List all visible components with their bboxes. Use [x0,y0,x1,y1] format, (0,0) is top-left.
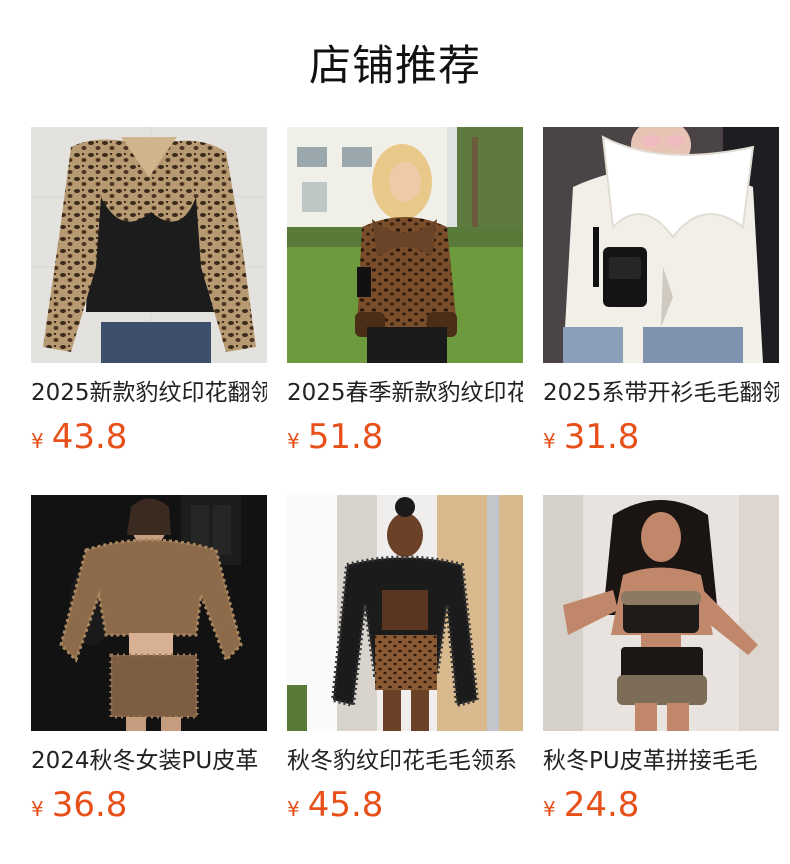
currency-symbol: ¥ [31,429,44,453]
product-name[interactable]: 2025系带开衫毛毛翻领 [543,378,779,408]
currency-symbol: ¥ [287,797,300,821]
price-amount: 24.8 [563,785,640,825]
product-card[interactable]: 2025春季新款豹纹印花 ¥51.8 [287,127,523,495]
product-price: ¥24.8 [543,785,639,825]
price-amount: 45.8 [307,785,384,825]
product-name[interactable]: 秋冬豹纹印花毛毛领系 [287,746,523,776]
product-image[interactable] [543,127,779,363]
product-card[interactable]: 秋冬豹纹印花毛毛领系 ¥45.8 [287,495,523,863]
product-image[interactable] [543,495,779,731]
product-price: ¥43.8 [31,417,127,457]
currency-symbol: ¥ [287,429,300,453]
currency-symbol: ¥ [543,429,556,453]
product-name[interactable]: 2024秋冬女装PU皮革 [31,746,267,776]
product-photo [31,127,267,363]
product-photo [287,495,523,731]
shop-recommend-section: 店铺推荐 2025新款豹纹印花翻领 ¥ 43.8 2025春季新款豹纹印花 ¥ … [0,0,790,864]
product-photo [31,495,267,731]
product-card[interactable]: 2025新款豹纹印花翻领 ¥43.8 [31,127,267,495]
product-photo [543,495,779,731]
product-image[interactable] [31,127,267,363]
price-amount: 51.8 [307,417,384,457]
product-name[interactable]: 秋冬PU皮革拼接毛毛 [543,746,779,776]
product-image[interactable] [287,495,523,731]
product-card[interactable]: 秋冬PU皮革拼接毛毛 ¥24.8 [543,495,779,863]
product-grid: 2025新款豹纹印花翻领 ¥43.8 2025春季新款豹纹印花 ¥ 51.8 2… [31,127,779,863]
product-card[interactable]: 2024秋冬女装PU皮革 ¥36.8 [31,495,267,863]
product-name[interactable]: 2025新款豹纹印花翻领 [31,378,267,408]
section-title: 店铺推荐 [308,41,481,90]
product-price: ¥31.8 [543,417,639,457]
product-image[interactable] [31,495,267,731]
product-price: ¥51.8 [287,417,383,457]
product-price: ¥45.8 [287,785,383,825]
product-price: ¥36.8 [31,785,127,825]
currency-symbol: ¥ [543,797,556,821]
price-amount: 31.8 [563,417,640,457]
product-name[interactable]: 2025春季新款豹纹印花 [287,378,523,408]
product-image[interactable] [287,127,523,363]
currency-symbol: ¥ [31,797,44,821]
price-amount: 36.8 [51,785,128,825]
product-card[interactable]: 2025系带开衫毛毛翻领 ¥31.8 [543,127,779,495]
product-photo [287,127,523,363]
price-amount: 43.8 [51,417,128,457]
product-photo [543,127,779,363]
